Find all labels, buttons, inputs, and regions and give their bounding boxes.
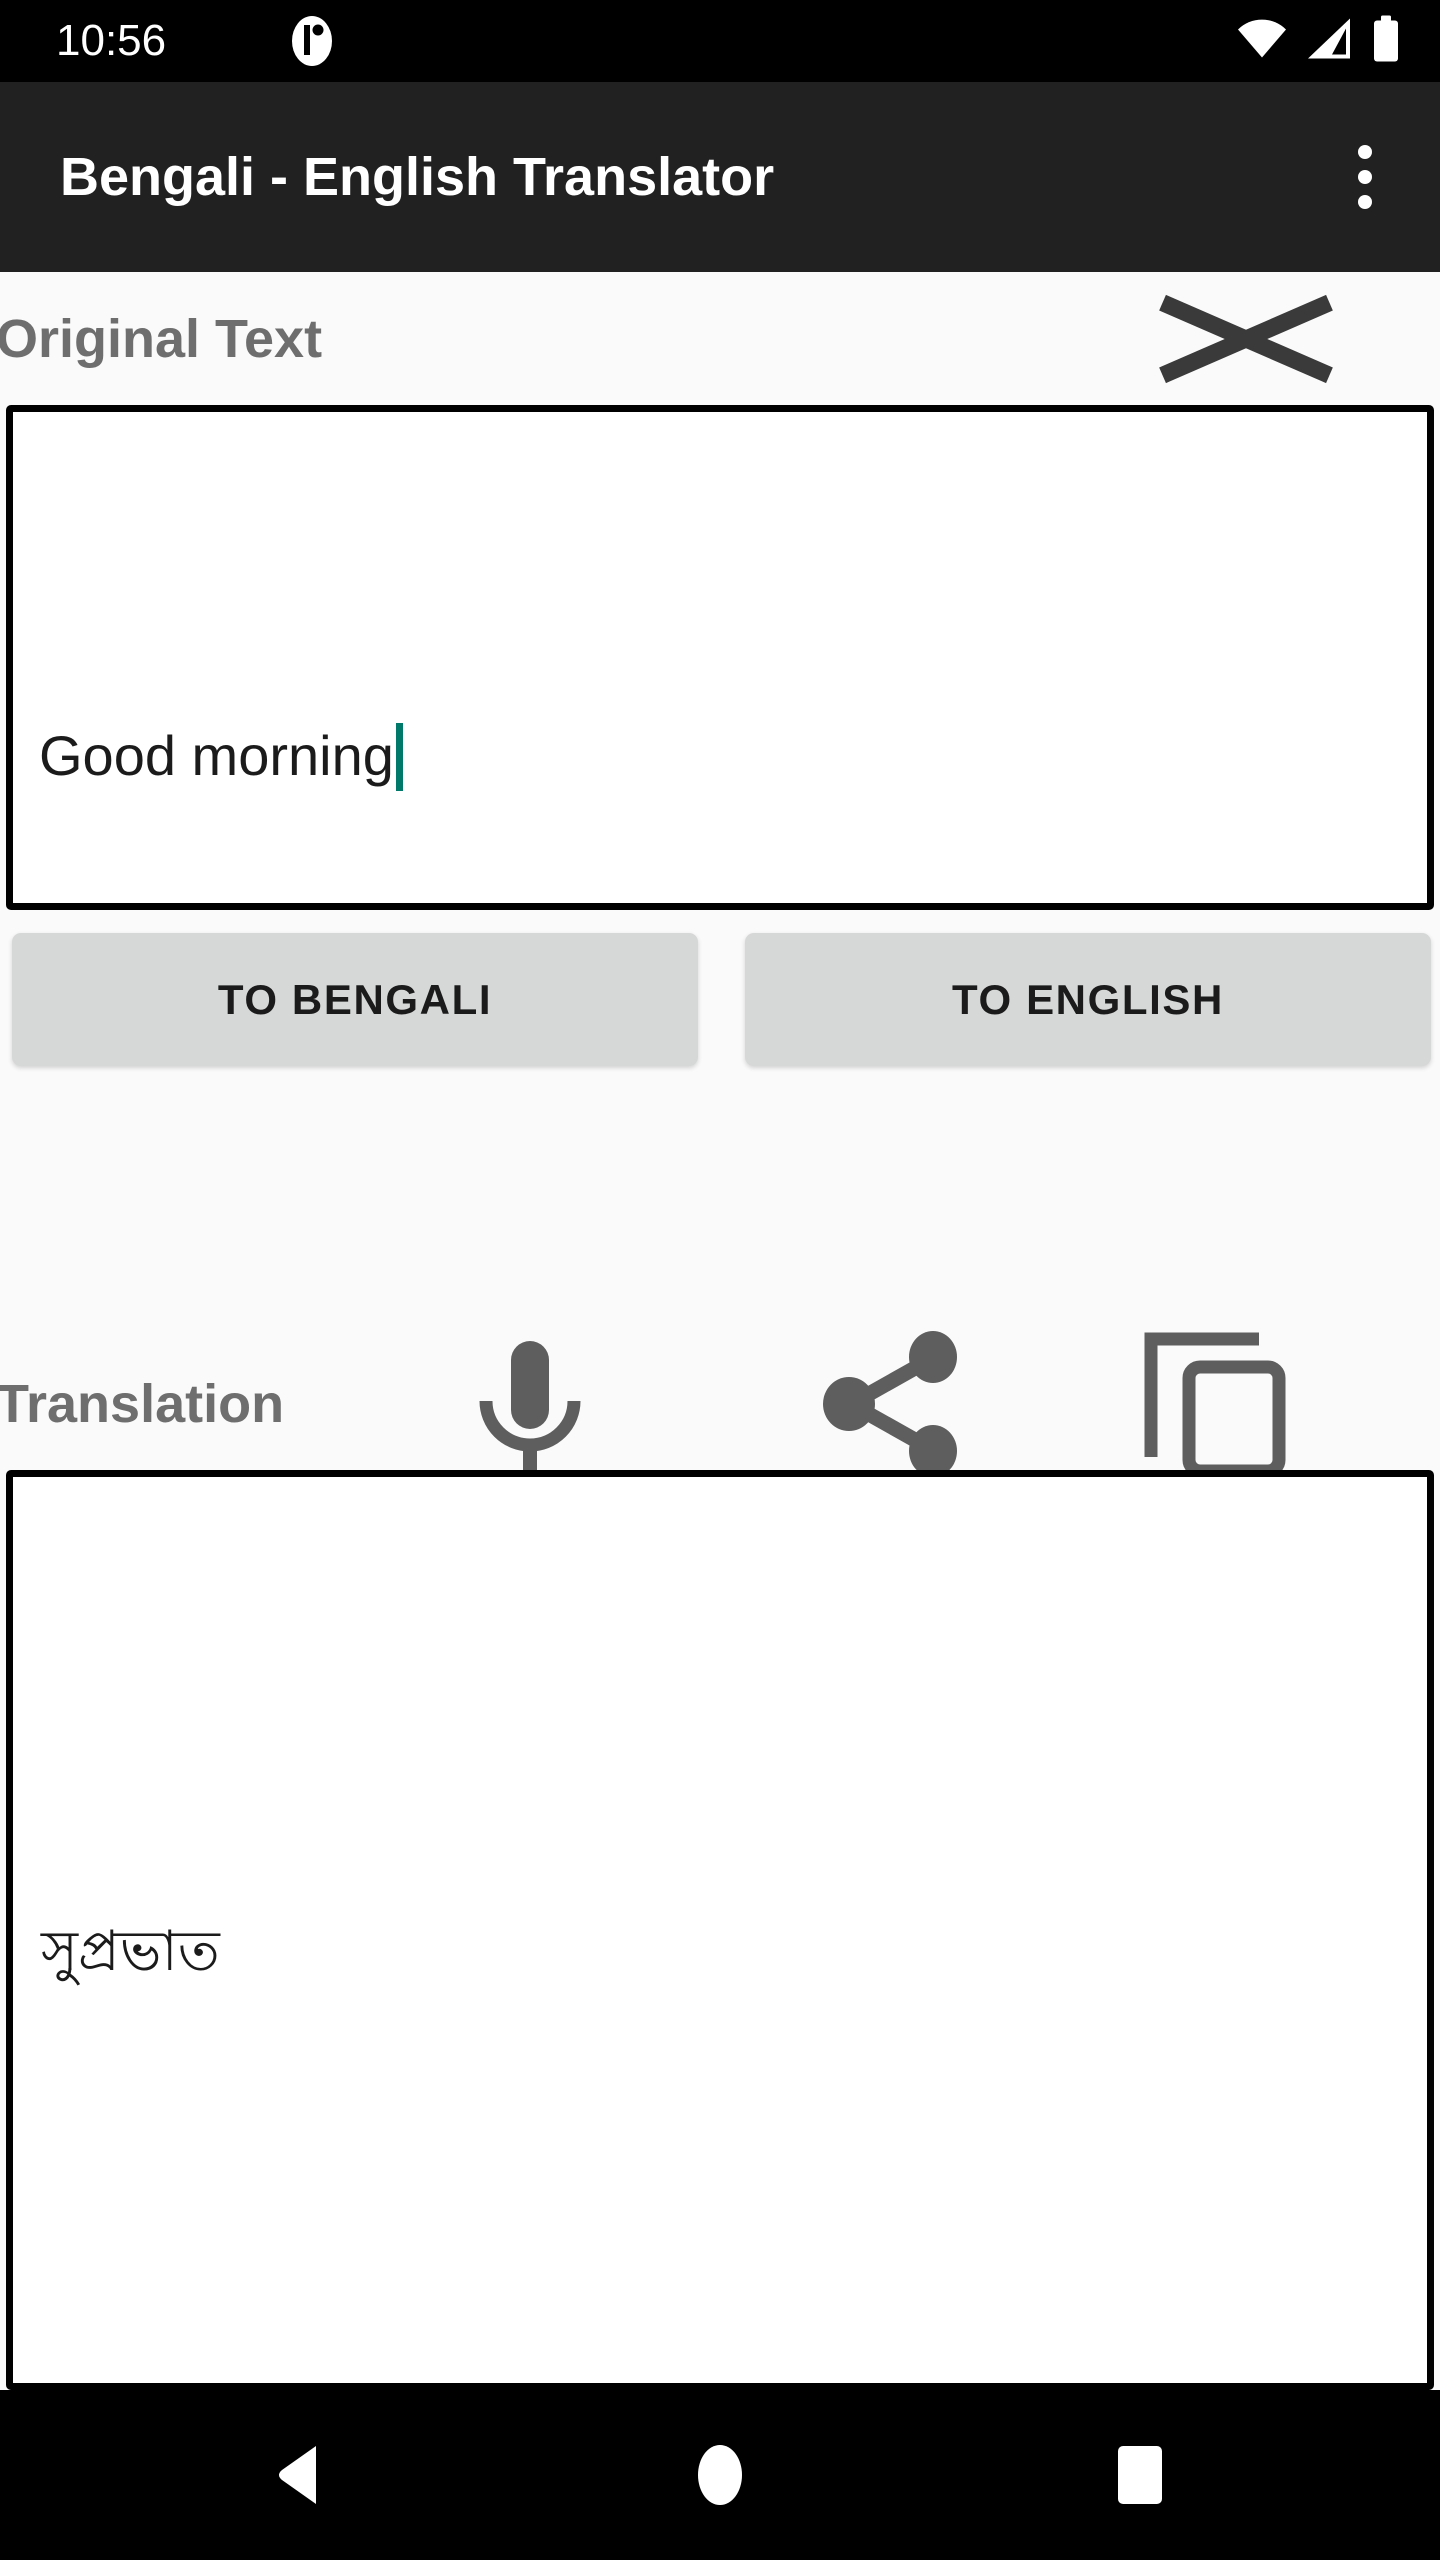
overflow-dot bbox=[1358, 170, 1372, 184]
text-caret bbox=[395, 723, 403, 791]
translation-header: Translation bbox=[0, 1330, 1440, 1477]
overflow-menu-icon[interactable] bbox=[1310, 122, 1420, 232]
original-text-header: Original Text bbox=[0, 272, 1440, 405]
home-circle-icon[interactable] bbox=[645, 2400, 795, 2550]
overflow-dot bbox=[1358, 195, 1372, 209]
battery-full-icon bbox=[1372, 15, 1400, 67]
translation-output[interactable]: সুপ্রভাত bbox=[6, 1470, 1434, 2390]
to-english-button[interactable]: TO ENGLISH bbox=[745, 933, 1431, 1066]
original-text-value-wrap: Good morning bbox=[39, 723, 403, 791]
phone-screen: 10:56 Bengali - English Translator Origi… bbox=[0, 0, 1440, 2560]
status-bar-clock: 10:56 bbox=[56, 16, 167, 65]
android-navigation-bar bbox=[0, 2390, 1440, 2560]
original-text-input[interactable]: Good morning bbox=[6, 405, 1434, 910]
wifi-icon bbox=[1236, 18, 1288, 65]
overflow-dot bbox=[1358, 145, 1372, 159]
share-icon[interactable] bbox=[818, 1329, 968, 1479]
to-bengali-button[interactable]: TO BENGALI bbox=[12, 933, 698, 1066]
status-bar-icons bbox=[1236, 15, 1400, 67]
translation-output-value: সুপ্রভাত bbox=[41, 1919, 220, 1982]
original-text-label: Original Text bbox=[0, 308, 323, 369]
original-text-value: Good morning bbox=[39, 723, 394, 787]
status-bar: 10:56 bbox=[0, 0, 1440, 82]
recents-square-icon[interactable] bbox=[1065, 2400, 1215, 2550]
back-triangle-icon[interactable] bbox=[225, 2400, 375, 2550]
translation-label: Translation bbox=[0, 1373, 285, 1434]
app-notification-icon bbox=[290, 15, 334, 67]
app-bar: Bengali - English Translator bbox=[0, 82, 1440, 272]
cellular-signal-icon bbox=[1306, 17, 1354, 66]
page-title: Bengali - English Translator bbox=[60, 147, 775, 207]
copy-icon[interactable] bbox=[1140, 1329, 1290, 1479]
clear-icon[interactable] bbox=[1155, 294, 1337, 383]
microphone-icon[interactable] bbox=[455, 1329, 605, 1479]
translate-button-row: TO BENGALI TO ENGLISH bbox=[0, 933, 1440, 1066]
